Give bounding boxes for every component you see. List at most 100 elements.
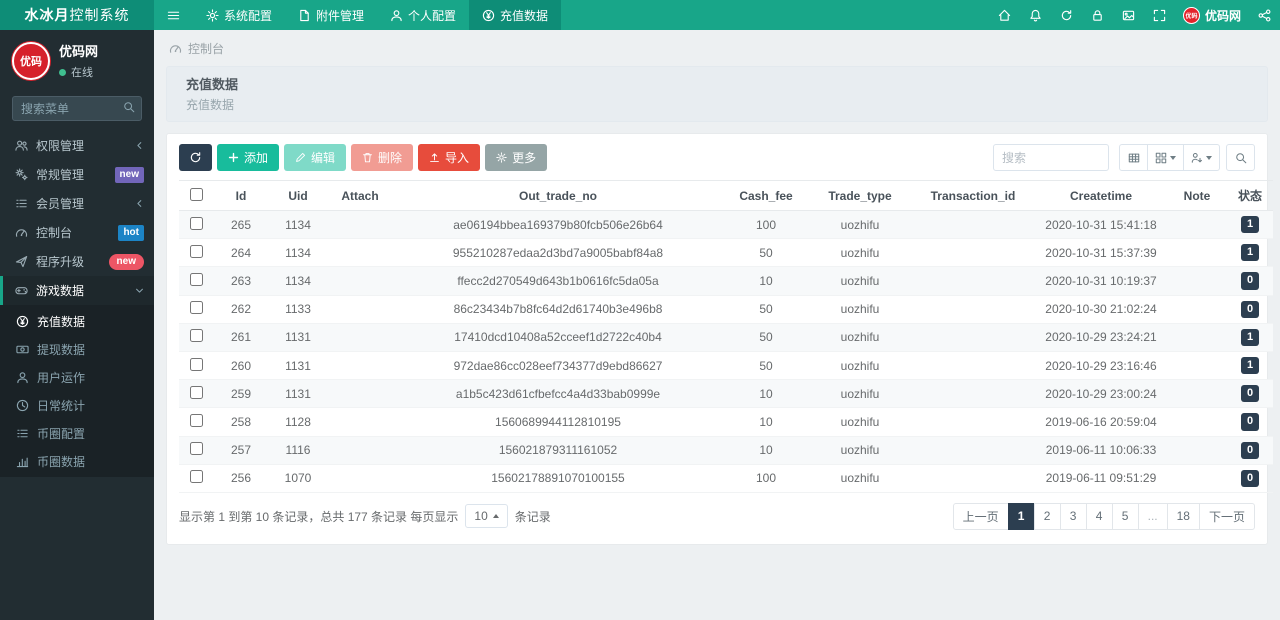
gallery-button[interactable] [1113, 0, 1144, 30]
sidebar-item-console[interactable]: 控制台 hot [0, 218, 154, 247]
nav-item-profile-config[interactable]: 个人配置 [377, 0, 469, 30]
row-checkbox[interactable] [189, 272, 203, 286]
col-header-cash-fee[interactable]: Cash_fee [723, 180, 809, 211]
home-button[interactable] [989, 0, 1020, 30]
table-row[interactable]: 256 1070 15602178891070100155 100 uozhif… [179, 464, 1273, 493]
col-header-trade-type[interactable]: Trade_type [809, 180, 911, 211]
col-header-attach[interactable]: Attach [327, 180, 393, 211]
table-header-row: Id Uid Attach Out_trade_no Cash_fee Trad… [179, 180, 1273, 211]
pagination-next[interactable]: 下一页 [1198, 502, 1255, 530]
table-row[interactable]: 263 1134 ffecc2d270549d643b1b0616fc5da05… [179, 266, 1273, 296]
cell-cash-fee: 10 [723, 379, 809, 409]
pagination-page-3[interactable]: 3 [1059, 502, 1087, 530]
share-button[interactable] [1249, 0, 1280, 30]
page-header: 充值数据 充值数据 [166, 66, 1268, 122]
lock-button[interactable] [1082, 0, 1113, 30]
app-title: 水冰月 控制系统 [0, 0, 154, 30]
status-badge: 0 [1240, 441, 1260, 459]
row-checkbox[interactable] [189, 357, 203, 371]
row-checkbox[interactable] [189, 413, 203, 427]
nav-item-attachment[interactable]: 附件管理 [285, 0, 377, 30]
export-button[interactable] [1183, 144, 1220, 171]
import-button[interactable]: 导入 [418, 144, 481, 171]
col-header-note[interactable]: Note [1167, 180, 1227, 211]
gears-icon [14, 168, 28, 181]
add-button[interactable]: 添加 [217, 144, 280, 171]
sidebar-item-user-operations[interactable]: 用户运作 [0, 363, 154, 391]
cell-trade-type: uozhifu [809, 295, 911, 324]
pagination-page-18[interactable]: 18 [1166, 502, 1200, 530]
col-header-id[interactable]: Id [213, 180, 269, 211]
avatar: 优码 [12, 41, 50, 80]
show-search-button[interactable] [1226, 144, 1255, 171]
sidebar-item-general[interactable]: 常规管理 new [0, 160, 154, 189]
row-checkbox[interactable] [189, 470, 203, 484]
sidebar-toggle-button[interactable] [154, 0, 193, 30]
table-row[interactable]: 259 1131 a1b5c423d61cfbefcc4a4d33bab0999… [179, 379, 1273, 409]
table-row[interactable]: 265 1134 ae06194bbea169379b80fcb506e26b6… [179, 210, 1273, 240]
col-header-out-trade-no[interactable]: Out_trade_no [393, 180, 723, 211]
sidebar-item-recharge-data[interactable]: 充值数据 [0, 307, 154, 335]
cell-id: 261 [213, 323, 269, 352]
sidebar-item-game-data[interactable]: 游戏数据 [0, 276, 154, 305]
more-button[interactable]: 更多 [485, 144, 548, 171]
table-row[interactable]: 262 1133 86c23434b7b8fc64d2d61740b3e496b… [179, 295, 1273, 324]
sidebar-item-members[interactable]: 会员管理 [0, 189, 154, 218]
col-header-transaction-id[interactable]: Transaction_id [911, 180, 1035, 211]
table-row[interactable]: 261 1131 17410dcd10408a52cceef1d2722c40b… [179, 323, 1273, 352]
pagination-prev[interactable]: 上一页 [952, 502, 1009, 530]
cell-note [1167, 379, 1227, 409]
cell-cash-fee: 50 [723, 323, 809, 352]
col-header-uid[interactable]: Uid [269, 180, 327, 211]
page-size-select[interactable]: 10 [465, 504, 508, 529]
edit-button[interactable]: 编辑 [284, 144, 347, 171]
pagination-page-5[interactable]: 5 [1111, 502, 1139, 530]
columns-button[interactable] [1147, 144, 1184, 171]
sidebar-menu: 权限管理 常规管理 new 会员管理 控制台 hot 程序升级 new 游戏数据 [0, 131, 154, 477]
col-header-status[interactable]: 状态 [1227, 180, 1273, 211]
breadcrumb-label[interactable]: 控制台 [188, 40, 224, 57]
pagination-page-1[interactable]: 1 [1007, 502, 1035, 530]
nav-item-label: 个人配置 [408, 8, 457, 23]
refresh-table-button[interactable] [179, 144, 212, 171]
table-search-input[interactable] [993, 144, 1109, 171]
row-checkbox[interactable] [189, 244, 203, 258]
cell-transaction-id [911, 407, 1035, 437]
sidebar-item-upgrade[interactable]: 程序升级 new [0, 247, 154, 276]
row-checkbox[interactable] [189, 216, 203, 230]
row-checkbox[interactable] [189, 329, 203, 343]
cell-note [1167, 266, 1227, 296]
sidebar-item-daily-stats[interactable]: 日常统计 [0, 391, 154, 419]
sidebar-item-withdraw-data[interactable]: 提现数据 [0, 335, 154, 363]
list-icon [15, 427, 29, 440]
notifications-button[interactable] [1020, 0, 1051, 30]
table-row[interactable]: 264 1134 955210287edaa2d3bd7a9005babf84a… [179, 238, 1273, 268]
row-checkbox[interactable] [189, 385, 203, 399]
pagination-page-2[interactable]: 2 [1033, 502, 1061, 530]
delete-button[interactable]: 删除 [351, 144, 414, 171]
list-icon [14, 197, 28, 210]
nav-item-system-config[interactable]: 系统配置 [193, 0, 285, 30]
row-checkbox[interactable] [189, 301, 203, 315]
col-header-createtime[interactable]: Createtime [1035, 180, 1167, 211]
nav-item-recharge-data[interactable]: 充值数据 [469, 0, 562, 30]
sidebar-item-permissions[interactable]: 权限管理 [0, 131, 154, 160]
brand-logo-link[interactable]: 优码 优码网 [1175, 0, 1249, 30]
cell-out-trade-no: 86c23434b7b8fc64d2d61740b3e496b8 [393, 295, 723, 324]
row-checkbox[interactable] [189, 442, 203, 456]
table-row[interactable]: 260 1131 972dae86cc028eef734377d9ebd8662… [179, 351, 1273, 381]
bell-icon [1029, 9, 1042, 22]
cell-id: 263 [213, 266, 269, 296]
fullscreen-button[interactable] [1144, 0, 1175, 30]
hot-badge: hot [118, 224, 144, 241]
sidebar-item-coin-data[interactable]: 币圈数据 [0, 447, 154, 475]
table-row[interactable]: 258 1128 1560689944112810195 10 uozhifu … [179, 407, 1273, 437]
pagination-page-4[interactable]: 4 [1085, 502, 1113, 530]
refresh-button[interactable] [1051, 0, 1082, 30]
select-all-checkbox[interactable] [189, 187, 203, 201]
sidebar-item-label: 游戏数据 [36, 284, 85, 298]
toggle-view-button[interactable] [1119, 144, 1148, 171]
sidebar-item-coin-config[interactable]: 币圈配置 [0, 419, 154, 447]
cell-transaction-id [911, 464, 1035, 493]
table-row[interactable]: 257 1116 156021879311161052 10 uozhifu 2… [179, 436, 1273, 465]
